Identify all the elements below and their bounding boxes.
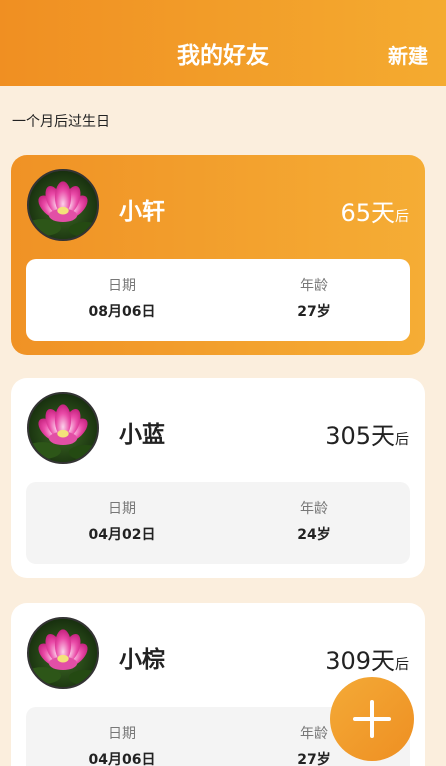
lotus-flower-avatar (27, 169, 99, 241)
days-until-birthday: 309天后 (325, 641, 409, 676)
lotus-flower-avatar (27, 617, 99, 689)
date-label: 日期 (108, 278, 136, 294)
age-value: 27岁 (297, 304, 331, 320)
birthday-info-panel: 日期 04月02日 年龄 24岁 (26, 482, 410, 564)
add-friend-button[interactable] (330, 677, 414, 761)
days-count: 65天 (340, 199, 395, 227)
friend-name: 小蓝 (119, 422, 165, 448)
date-label: 日期 (108, 501, 136, 517)
age-label: 年龄 (300, 278, 328, 294)
days-until-birthday: 65天后 (340, 193, 409, 228)
friend-name: 小轩 (119, 199, 165, 225)
birthday-date: 04月06日 (88, 752, 156, 766)
days-until-birthday: 305天后 (325, 416, 409, 451)
age-column: 年龄 27岁 (218, 259, 410, 321)
days-suffix: 后 (395, 209, 409, 225)
section-title: 一个月后过生日 (12, 114, 110, 130)
date-column: 日期 04月02日 (26, 482, 218, 544)
page-title: 我的好友 (177, 43, 269, 69)
days-suffix: 后 (395, 657, 409, 673)
app-header: 我的好友 新建 (0, 0, 446, 86)
plus-icon (353, 700, 391, 738)
days-suffix: 后 (395, 432, 409, 448)
date-label: 日期 (108, 726, 136, 742)
days-count: 309天 (325, 647, 395, 675)
friend-name: 小棕 (119, 647, 165, 673)
age-label: 年龄 (300, 501, 328, 517)
birthday-info-panel: 日期 08月06日 年龄 27岁 (26, 259, 410, 341)
age-value: 24岁 (297, 527, 331, 543)
birthday-date: 04月02日 (88, 527, 156, 543)
date-column: 日期 08月06日 (26, 259, 218, 321)
friend-card[interactable]: 小轩 65天后 日期 08月06日 年龄 27岁 (11, 155, 425, 355)
days-count: 305天 (325, 422, 395, 450)
age-column: 年龄 24岁 (218, 482, 410, 544)
new-friend-button[interactable]: 新建 (388, 40, 428, 69)
date-column: 日期 04月06日 (26, 707, 218, 766)
birthday-date: 08月06日 (88, 304, 156, 320)
friend-card[interactable]: 小蓝 305天后 日期 04月02日 年龄 24岁 (11, 378, 425, 578)
lotus-flower-avatar (27, 392, 99, 464)
